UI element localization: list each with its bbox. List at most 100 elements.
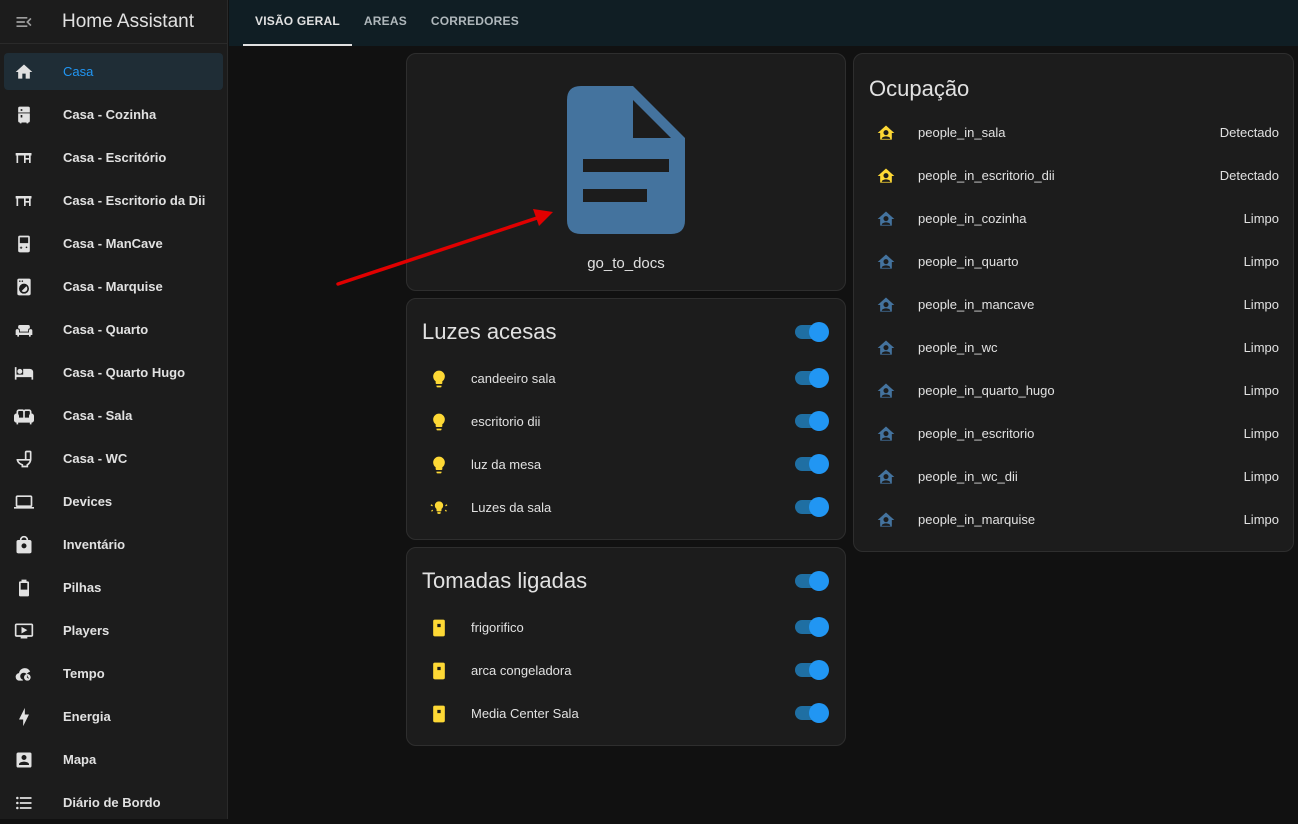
- occupancy-row[interactable]: people_in_escritorio Limpo: [854, 412, 1293, 455]
- sidebar-icon-wrap: [4, 449, 44, 469]
- couch-icon: [14, 408, 34, 424]
- entity-row: candeeiro sala: [407, 357, 845, 400]
- format-list-icon: [16, 796, 32, 809]
- account-box-icon: [16, 752, 32, 767]
- entity-icon-wrap: [427, 496, 451, 520]
- entity-icon-wrap: [427, 659, 451, 683]
- weather-cloud-clock-icon: [15, 667, 31, 681]
- lights-master-toggle[interactable]: [793, 322, 829, 342]
- plugs-card-title: Tomadas ligadas: [422, 568, 588, 593]
- sidebar-item-12[interactable]: Pilhas: [4, 566, 223, 609]
- sidebar-icon-wrap: [4, 320, 44, 340]
- sidebar-item-17[interactable]: Diário de Bordo: [4, 781, 223, 824]
- entity-toggle[interactable]: [793, 703, 829, 723]
- entity-state: Detectado: [1219, 168, 1279, 183]
- entity-icon-wrap: [874, 379, 898, 403]
- bag-icon: [16, 535, 32, 553]
- sidebar-item-11[interactable]: Inventário: [4, 523, 223, 566]
- sidebar-item-14[interactable]: Tempo: [4, 652, 223, 695]
- entity-icon-wrap: [427, 410, 451, 434]
- sidebar-item-10[interactable]: Devices: [4, 480, 223, 523]
- home-account-icon: [877, 297, 895, 312]
- sidebar-item-label: Devices: [63, 494, 113, 509]
- sidebar-item-8[interactable]: Casa - Sala: [4, 394, 223, 437]
- sidebar-item-label: Mapa: [63, 752, 97, 767]
- menu-toggle-button[interactable]: [0, 0, 48, 44]
- entity-toggle[interactable]: [793, 497, 829, 517]
- occupancy-row[interactable]: people_in_wc Limpo: [854, 326, 1293, 369]
- sidebar-icon-wrap: [4, 234, 44, 254]
- occupancy-row[interactable]: people_in_sala Detectado: [854, 111, 1293, 154]
- menu-open-icon: [16, 16, 32, 27]
- home-account-icon: [877, 125, 895, 140]
- sidebar-item-16[interactable]: Mapa: [4, 738, 223, 781]
- sidebar-item-label: Players: [63, 623, 110, 638]
- sidebar-item-1[interactable]: Casa - Cozinha: [4, 93, 223, 136]
- plugs-card: Tomadas ligadas frigorifico arca congelad…: [406, 547, 846, 746]
- entity-state: Detectado: [1219, 125, 1279, 140]
- occupancy-row[interactable]: people_in_quarto_hugo Limpo: [854, 369, 1293, 412]
- toggle-knob: [809, 703, 829, 723]
- fridge-icon: [18, 106, 30, 123]
- plugs-master-toggle[interactable]: [793, 571, 829, 591]
- sidebar-item-label: Energia: [63, 709, 111, 724]
- entity-name: people_in_marquise: [918, 512, 1036, 527]
- entity-toggle[interactable]: [793, 368, 829, 388]
- entity-name: people_in_cozinha: [918, 211, 1027, 226]
- view-tabs: VISÃO GERAL AREAS CORREDORES: [243, 0, 1298, 46]
- sidebar-item-6[interactable]: Casa - Quarto: [4, 308, 223, 351]
- entity-toggle[interactable]: [793, 411, 829, 431]
- home-account-icon: [877, 383, 895, 398]
- home-account-icon: [877, 340, 895, 355]
- entity-toggle[interactable]: [793, 454, 829, 474]
- entity-icon-wrap: [874, 207, 898, 231]
- toggle-knob: [809, 660, 829, 680]
- sidebar-item-label: Casa - Quarto: [63, 322, 149, 337]
- entity-icon-wrap: [874, 121, 898, 145]
- washing-machine-icon: [17, 278, 31, 295]
- sidebar-item-15[interactable]: Energia: [4, 695, 223, 738]
- sidebar-item-label: Casa - Sala: [63, 408, 133, 423]
- sidebar-item-4[interactable]: Casa - ManCave: [4, 222, 223, 265]
- lightbulb-icon: [433, 370, 445, 387]
- sidebar-icon-wrap: [4, 492, 44, 512]
- entity-toggle[interactable]: [793, 660, 829, 680]
- entity-icon-wrap: [874, 336, 898, 360]
- sidebar-item-label: Pilhas: [63, 580, 102, 595]
- tab-0[interactable]: VISÃO GERAL: [243, 0, 352, 46]
- sidebar-item-13[interactable]: Players: [4, 609, 223, 652]
- sidebar-item-label: Inventário: [63, 537, 126, 552]
- entity-icon-wrap: [427, 367, 451, 391]
- entity-icon-wrap: [874, 465, 898, 489]
- sidebar-icon-wrap: [4, 277, 44, 297]
- sidebar-item-9[interactable]: Casa - WC: [4, 437, 223, 480]
- entity-icon-wrap: [427, 702, 451, 726]
- entity-name: frigorifico: [471, 620, 524, 635]
- occupancy-row[interactable]: people_in_quarto Limpo: [854, 240, 1293, 283]
- lightbulb-icon: [433, 413, 445, 430]
- sidebar-icon-wrap: [4, 750, 44, 770]
- sidebar-icon-wrap: [4, 62, 44, 82]
- entity-icon-wrap: [874, 508, 898, 532]
- occupancy-row[interactable]: people_in_mancave Limpo: [854, 283, 1293, 326]
- entity-row: luz da mesa: [407, 443, 845, 486]
- power-socket-icon: [433, 662, 445, 679]
- sidebar-item-7[interactable]: Casa - Quarto Hugo: [4, 351, 223, 394]
- occupancy-row[interactable]: people_in_escritorio_dii Detectado: [854, 154, 1293, 197]
- docs-card[interactable]: go_to_docs: [406, 53, 846, 291]
- occupancy-row[interactable]: people_in_cozinha Limpo: [854, 197, 1293, 240]
- sidebar-item-3[interactable]: Casa - Escritorio da Dii: [4, 179, 223, 222]
- occupancy-card-title: Ocupação: [869, 76, 970, 101]
- sidebar-icon-wrap: [4, 707, 44, 727]
- sidebar-item-0[interactable]: Casa: [4, 53, 223, 90]
- sidebar-item-2[interactable]: Casa - Escritório: [4, 136, 223, 179]
- tab-1[interactable]: AREAS: [352, 0, 419, 46]
- entity-toggle[interactable]: [793, 617, 829, 637]
- tab-2[interactable]: CORREDORES: [419, 0, 531, 46]
- lights-card-title: Luzes acesas: [422, 319, 557, 344]
- sidebar-item-5[interactable]: Casa - Marquise: [4, 265, 223, 308]
- occupancy-row[interactable]: people_in_marquise Limpo: [854, 498, 1293, 541]
- occupancy-row[interactable]: people_in_wc_dii Limpo: [854, 455, 1293, 498]
- sidebar-list: Casa Casa - Cozinha Casa - Escritório Casa …: [0, 44, 227, 824]
- sidebar-icon-wrap: [4, 621, 44, 641]
